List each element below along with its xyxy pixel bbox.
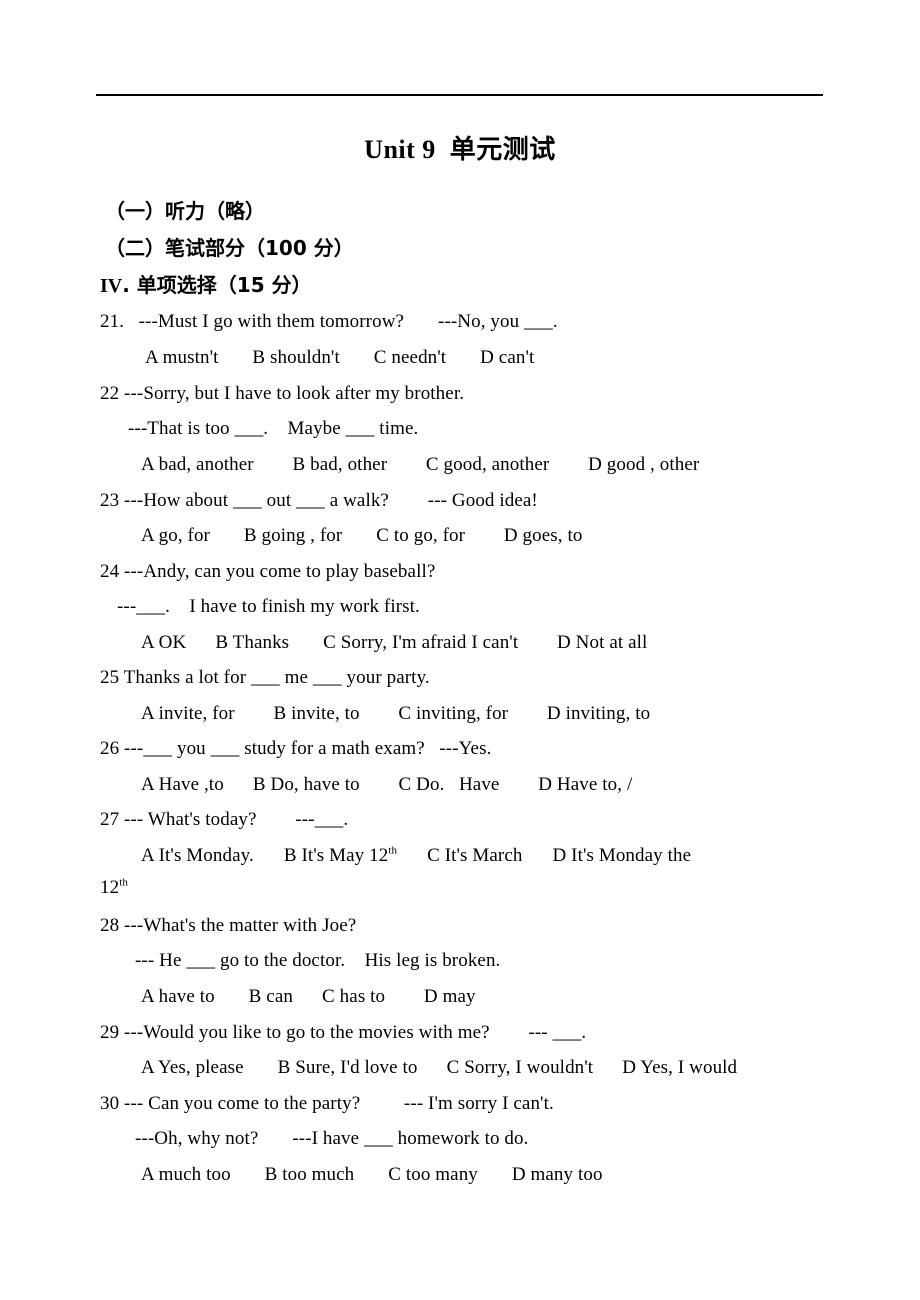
page-title-cn: 单元测试 xyxy=(449,135,556,165)
question-30-stem-line-1: 30 --- Can you come to the party? --- I'… xyxy=(100,1093,554,1114)
page-title: Unit 9 单元测试 xyxy=(0,133,920,167)
question-27-choice-a: A It's Monday. xyxy=(141,845,254,866)
question-22-stem-line-1: 22 ---Sorry, but I have to look after my… xyxy=(100,383,465,404)
question-27-choices-wrap: 12th xyxy=(100,874,128,902)
question-26-stem: 26 ---___ you ___ study for a math exam?… xyxy=(100,738,492,759)
question-25-stem: 25 Thanks a lot for ___ me ___ your part… xyxy=(100,667,430,688)
page-title-en: Unit 9 xyxy=(364,135,436,164)
section-heading-multiple-choice: IV. 单项选择（15 分） xyxy=(100,270,312,301)
question-23-choices: A go, for B going , for C to go, for D g… xyxy=(141,525,583,546)
question-29-choices: A Yes, please B Sure, I'd love to C Sorr… xyxy=(141,1057,738,1078)
question-27-choice-b: B It's May 12th xyxy=(283,844,398,866)
question-22-stem-line-2: ---That is too ___. Maybe ___ time. xyxy=(128,418,419,439)
question-28-choices: A have to B can C has to D may xyxy=(141,986,476,1007)
header-divider-rule xyxy=(96,94,823,96)
question-27-wrap-number: 12 xyxy=(100,877,120,898)
question-22-choices: A bad, another B bad, other C good, anot… xyxy=(141,454,700,475)
question-28-stem-line-2: --- He ___ go to the doctor. His leg is … xyxy=(135,950,501,971)
section-numeral: IV xyxy=(100,275,123,297)
section-heading-written: （二）笔试部分（100 分） xyxy=(105,236,354,260)
ordinal-suffix: th xyxy=(388,844,398,857)
question-24-choices: A OK B Thanks C Sorry, I'm afraid I can'… xyxy=(141,632,648,653)
question-24-stem-line-1: 24 ---Andy, can you come to play basebal… xyxy=(100,561,436,582)
question-27-choice-d: D It's Monday the xyxy=(552,845,692,866)
question-21-stem: 21. ---Must I go with them tomorrow? ---… xyxy=(100,311,558,332)
question-29-stem: 29 ---Would you like to go to the movies… xyxy=(100,1022,587,1043)
question-25-choices: A invite, for B invite, to C inviting, f… xyxy=(141,703,651,724)
question-23-stem: 23 ---How about ___ out ___ a walk? --- … xyxy=(100,490,538,511)
question-30-choices: A much too B too much C too many D many … xyxy=(141,1164,603,1185)
question-28-stem-line-1: 28 ---What's the matter with Joe? xyxy=(100,915,357,936)
section-heading-listening: （一）听力（略） xyxy=(105,199,265,223)
question-24-stem-line-2: ---___. I have to finish my work first. xyxy=(117,596,420,617)
document-page: Unit 9 单元测试 （一）听力（略） （二）笔试部分（100 分） IV. … xyxy=(0,0,920,1300)
question-27-choice-c: C It's March xyxy=(427,845,523,866)
question-21-choices: A mustn't B shouldn't C needn't D can't xyxy=(145,347,535,368)
section-label: . 单项选择（15 分） xyxy=(122,273,312,297)
question-26-choices: A Have ,to B Do, have to C Do. Have D Ha… xyxy=(141,774,633,795)
question-27-choices: A It's Monday. B It's May 12th C It's Marc… xyxy=(141,842,691,870)
question-30-stem-line-2: ---Oh, why not? ---I have ___ homework t… xyxy=(135,1128,529,1149)
question-27-stem: 27 --- What's today? ---___. xyxy=(100,809,349,830)
ordinal-suffix: th xyxy=(119,876,128,889)
